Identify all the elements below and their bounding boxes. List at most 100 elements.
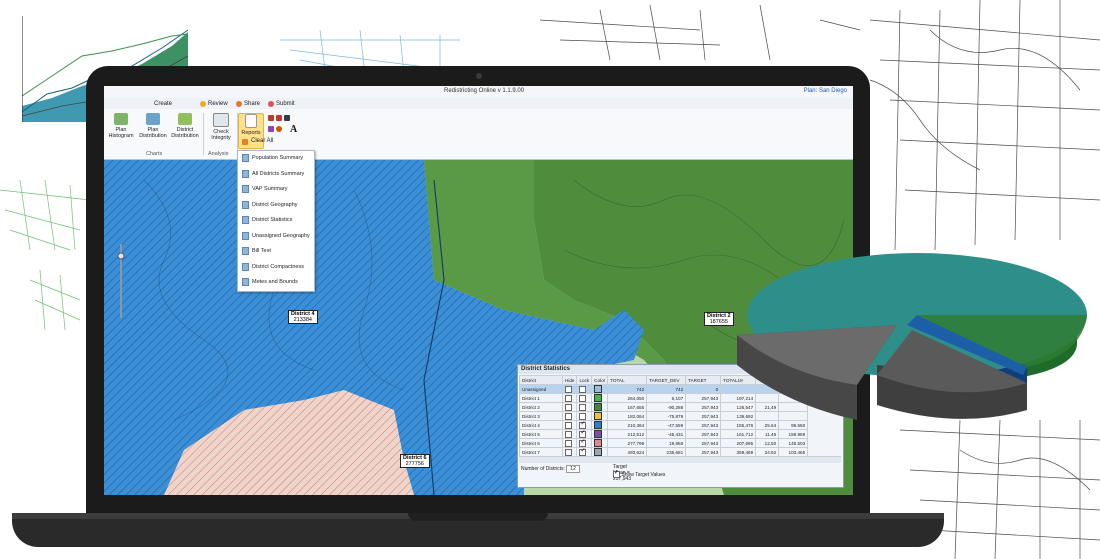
hide-checkbox[interactable]: [565, 403, 572, 411]
button-label: Check Integrity: [211, 129, 231, 141]
zoom-slider[interactable]: [116, 244, 126, 318]
color-swatch[interactable]: [594, 412, 603, 420]
lock-checkbox[interactable]: [579, 394, 587, 402]
menu-item-metes-and-bounds[interactable]: Metes and Bounds: [242, 277, 298, 287]
target_dev-cell: -75,879: [646, 411, 687, 421]
extra1-cell: 12.50: [755, 438, 780, 448]
target-cell: 257,943: [685, 393, 722, 403]
show-target-values[interactable]: Show Target Values: [613, 469, 666, 478]
district-6-label: District 6 277756: [400, 454, 430, 468]
color-swatch[interactable]: [594, 448, 603, 456]
menu-item-unassigned-geography[interactable]: Unassigned Geography: [242, 231, 310, 241]
undo-icon[interactable]: [268, 115, 274, 121]
color-swatch[interactable]: [594, 385, 603, 393]
menu-item-district-compactness[interactable]: District Compactness: [242, 262, 304, 272]
color-swatch[interactable]: [594, 394, 603, 402]
plan-name[interactable]: Plan: San Diego: [804, 88, 847, 94]
menu-item-population-summary[interactable]: Population Summary: [242, 153, 303, 163]
hide-checkbox[interactable]: [565, 412, 572, 420]
report-icon: [242, 154, 249, 162]
color-swatch[interactable]: [594, 403, 603, 411]
lock-checkbox[interactable]: [579, 438, 587, 447]
lock-checkbox[interactable]: [579, 420, 587, 429]
hide-checkbox[interactable]: [565, 385, 572, 393]
target_dev-cell: -90,288: [646, 402, 687, 412]
color-cell: [591, 420, 609, 430]
lock-checkbox[interactable]: [579, 385, 587, 393]
num-districts-input[interactable]: 12: [566, 465, 580, 473]
column-header[interactable]: District: [519, 375, 563, 385]
color-swatch[interactable]: [594, 430, 603, 438]
lock-checkbox[interactable]: [579, 447, 587, 456]
menu-item-all-districts-summary[interactable]: All Districts Summary: [242, 169, 304, 179]
color-swatch[interactable]: [594, 421, 603, 429]
record-icon[interactable]: [276, 126, 282, 132]
lock-cell[interactable]: [576, 384, 593, 394]
total-cell: 167,655: [607, 402, 648, 412]
lock-cell[interactable]: [576, 402, 593, 412]
hide-cell[interactable]: [561, 384, 578, 394]
hide-cell[interactable]: [561, 402, 578, 412]
district-value: 187655: [709, 319, 728, 325]
menu-item-label: District Statistics: [252, 217, 293, 223]
district-chart-icon: [178, 113, 192, 125]
check-integrity-button[interactable]: Check Integrity: [204, 113, 238, 147]
lock-cell[interactable]: [576, 393, 593, 403]
column-header[interactable]: TARGET: [685, 375, 722, 385]
plan-histogram-button[interactable]: Plan Histogram: [104, 113, 138, 147]
menu-item-vap-summary[interactable]: VAP Summary: [242, 184, 288, 194]
column-header[interactable]: Lock: [576, 375, 593, 385]
target-cell: 257,943: [685, 429, 722, 439]
hide-checkbox[interactable]: [565, 430, 572, 438]
menu-item-district-geography[interactable]: District Geography: [242, 200, 298, 210]
show-target-checkbox[interactable]: [613, 469, 620, 478]
plan-distribution-button[interactable]: Plan Distribution: [136, 113, 170, 147]
hide-checkbox[interactable]: [565, 421, 572, 429]
lock-checkbox[interactable]: [579, 412, 587, 420]
lock-checkbox[interactable]: [579, 403, 587, 411]
hide-cell[interactable]: [561, 393, 578, 403]
table-row[interactable]: District 5 212,512-45,431257,943161,71211…: [519, 429, 809, 439]
button-label: Plan Histogram: [108, 127, 134, 139]
total-cell: 742: [607, 384, 648, 394]
redo-icon[interactable]: [276, 115, 282, 121]
column-header[interactable]: TARGET_DEV: [646, 375, 687, 385]
tab-review[interactable]: Review: [200, 99, 228, 108]
tab-label: Review: [208, 100, 228, 107]
analysis-group-label: Analysis: [208, 151, 229, 157]
column-header[interactable]: Hide: [561, 375, 578, 385]
tab-create[interactable]: Create: [154, 99, 172, 108]
clear-all-button[interactable]: Clear All: [251, 138, 273, 144]
tab-submit[interactable]: Submit: [268, 99, 295, 108]
target_dev-cell: 6,107: [646, 393, 687, 403]
column-header[interactable]: Color: [591, 375, 609, 385]
text-label-tool[interactable]: A: [290, 124, 297, 135]
pencil-icon[interactable]: [268, 126, 274, 132]
hide-checkbox[interactable]: [565, 394, 572, 402]
hide-cell[interactable]: [561, 411, 578, 421]
color-swatch[interactable]: [594, 439, 603, 447]
pie-chart-graphic: [737, 253, 1087, 420]
charts-group-label: Charts: [146, 151, 163, 157]
column-header[interactable]: TOTAL: [607, 375, 648, 385]
target-cell: 257,943: [685, 411, 722, 421]
table-row[interactable]: District 6 277,79919,856257,943207,69512.…: [519, 438, 809, 448]
hide-cell[interactable]: [561, 438, 578, 448]
link-icon[interactable]: [284, 115, 290, 121]
webcam: [476, 73, 482, 79]
hide-cell[interactable]: [561, 420, 578, 430]
target-cell: 0: [685, 384, 722, 394]
district-cell: District 4: [519, 420, 563, 430]
hide-checkbox[interactable]: [565, 448, 572, 456]
hide-cell[interactable]: [561, 429, 578, 439]
tab-share[interactable]: Share: [236, 99, 260, 108]
menu-item-district-statistics[interactable]: District Statistics: [242, 215, 292, 225]
district-distribution-button[interactable]: District Distribution: [168, 113, 202, 147]
horizontal-scrollbar[interactable]: [519, 456, 841, 463]
menu-item-label: Bill Text: [252, 248, 271, 254]
target_dev-cell: 742: [646, 384, 687, 394]
menu-item-bill-text[interactable]: Bill Text: [242, 246, 271, 256]
checkbox-label: Show Target Values: [621, 471, 666, 478]
hide-checkbox[interactable]: [565, 439, 572, 447]
lock-checkbox[interactable]: [579, 429, 587, 438]
